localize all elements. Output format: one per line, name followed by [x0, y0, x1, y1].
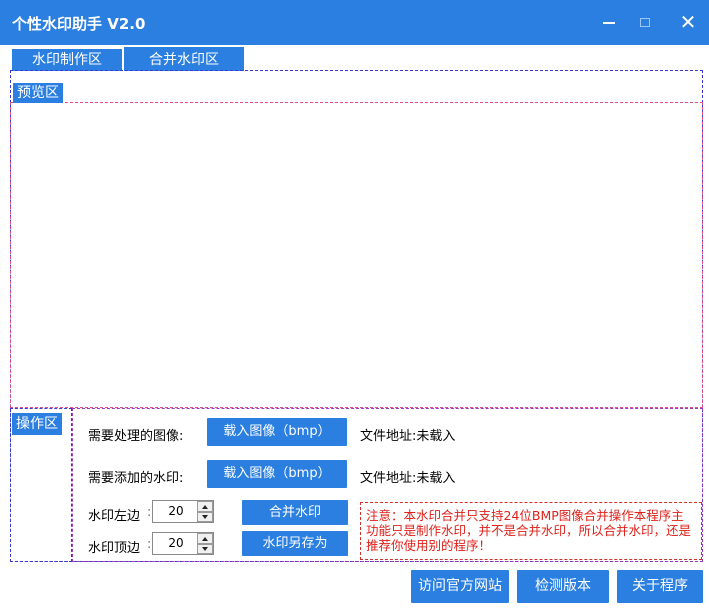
image-file-value: 未载入: [416, 429, 456, 444]
top-margin-down-button[interactable]: [197, 544, 213, 554]
tab-merge-watermark[interactable]: 合并水印区: [124, 47, 244, 71]
minimize-icon: [603, 22, 615, 24]
image-file-label: 文件地址:未载入: [360, 425, 455, 444]
title-bar: 个性水印助手 V2.0 ✕: [0, 0, 709, 45]
maximize-icon: [640, 17, 650, 27]
watermark-file-label: 文件地址:未载入: [360, 467, 455, 486]
about-button[interactable]: 关于程序: [617, 570, 703, 603]
arrow-up-icon: [202, 504, 208, 509]
operation-label: 操作区: [12, 413, 62, 435]
close-icon: ✕: [679, 10, 697, 34]
load-image-button[interactable]: 载入图像（bmp）: [207, 418, 347, 446]
left-margin-label: 水印左边: [88, 509, 141, 524]
top-margin-label: 水印顶边: [88, 541, 141, 556]
top-margin-up-button[interactable]: [197, 533, 213, 544]
merge-watermark-button[interactable]: 合并水印: [242, 500, 348, 525]
top-margin-arrows: [197, 533, 213, 554]
watermark-file-value: 未载入: [416, 471, 456, 486]
visit-official-site-button[interactable]: 访问官方网站: [411, 570, 509, 603]
tab-watermark-maker[interactable]: 水印制作区: [12, 49, 122, 71]
watermark-file-label-text: 文件地址:: [360, 471, 417, 486]
image-row-label: 需要处理的图像:: [88, 429, 184, 444]
save-watermark-as-button[interactable]: 水印另存为: [242, 531, 348, 556]
check-version-button[interactable]: 检测版本: [517, 570, 609, 603]
left-margin-down-button[interactable]: [197, 512, 213, 522]
notice-text: 注意：本水印合并只支持24位BMP图像合并操作本程序主功能只是制作水印，并不是合…: [366, 508, 692, 553]
arrow-down-icon: [202, 515, 208, 519]
watermark-row-label: 需要添加的水印:: [88, 471, 184, 486]
window-title: 个性水印助手 V2.0: [12, 15, 146, 33]
top-margin-value: 20: [168, 536, 184, 550]
top-margin-colon: :: [147, 537, 152, 552]
left-margin-arrows: [197, 501, 213, 522]
minimize-button[interactable]: [597, 11, 621, 33]
close-button[interactable]: ✕: [676, 11, 700, 33]
maximize-button[interactable]: [633, 11, 657, 33]
left-margin-stepper[interactable]: 20: [152, 500, 214, 523]
left-margin-colon: :: [147, 505, 152, 520]
preview-label: 预览区: [13, 83, 63, 103]
image-file-label-text: 文件地址:: [360, 429, 417, 444]
top-margin-stepper[interactable]: 20: [152, 532, 214, 555]
load-watermark-button[interactable]: 载入图像（bmp）: [207, 460, 347, 488]
preview-area: [10, 102, 703, 408]
arrow-up-icon: [202, 536, 208, 541]
left-margin-up-button[interactable]: [197, 501, 213, 512]
left-margin-value: 20: [168, 504, 184, 518]
arrow-down-icon: [202, 547, 208, 551]
